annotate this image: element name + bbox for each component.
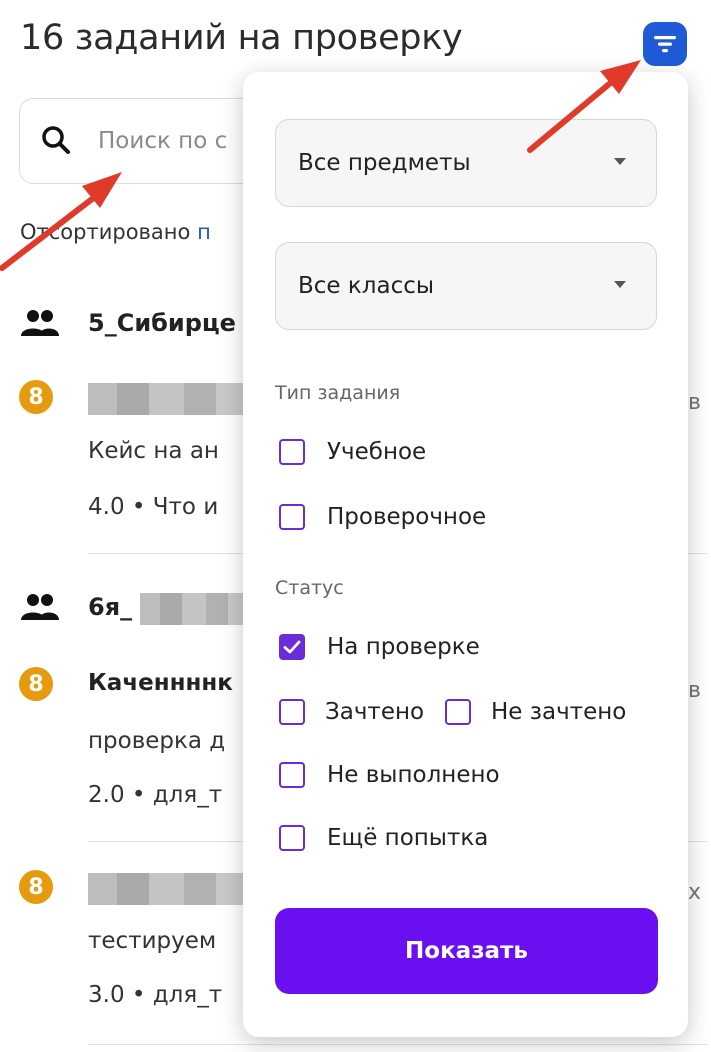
check-icon [283,640,301,654]
checkbox-label: Ещё попытка [327,825,489,851]
task-student-name: Каченнннк [88,670,233,696]
search-icon [42,126,70,154]
checkbox[interactable] [279,504,305,530]
caret-down-icon [614,281,626,288]
checkbox-label: Не выполнено [327,762,500,788]
hourglass-icon: 8 [19,380,53,414]
checkbox-educational[interactable]: Учебное [279,439,426,465]
filter-button[interactable] [643,22,687,66]
subject-select-value: Все предметы [298,150,471,176]
task-right-text: х [688,880,702,905]
show-button[interactable]: Показать [275,908,658,994]
checkbox[interactable] [445,699,471,725]
checkbox[interactable] [279,825,305,851]
checkbox-label: Зачтено [325,699,425,725]
checkbox-not-passed[interactable]: Не зачтено [445,699,626,725]
class-select-value: Все классы [298,273,435,299]
checkbox[interactable] [279,699,305,725]
hourglass-icon: 8 [19,870,53,904]
sort-prefix: Отсортировано [20,220,191,244]
checkbox[interactable] [279,762,305,788]
people-icon [21,594,59,620]
task-meta: 3.0 • для_т [88,982,223,1008]
filter-icon [654,36,676,53]
redacted-student-name [88,383,248,415]
task-right-text: в [688,678,701,703]
checkbox-label: Не зачтено [491,699,627,725]
page-title: 16 заданий на проверку [20,18,463,58]
checkbox-label: Учебное [327,439,427,465]
class-select[interactable]: Все классы [275,242,657,330]
checkbox-test[interactable]: Проверочное [279,504,486,530]
group-header: 5_Сибирце [20,308,236,338]
checkbox-label: Проверочное [327,504,487,530]
caret-down-icon [614,158,626,165]
subject-select[interactable]: Все предметы [275,119,657,207]
task-right-text: в [688,390,701,415]
task-meta: 2.0 • для_т [88,782,223,808]
task-title[interactable]: тестируем [88,928,216,954]
group-name: 6я_ [88,593,133,621]
sort-info: Отсортировано п [20,220,211,244]
checkbox-on-review[interactable]: На проверке [279,634,480,660]
task-type-title: Тип задания [275,382,401,404]
task-title[interactable]: Кейс на ан [88,438,219,464]
checkbox-passed[interactable]: Зачтено [279,699,424,725]
sort-link[interactable]: п [197,220,211,244]
checkbox-not-done[interactable]: Не выполнено [279,762,500,788]
task-meta: 4.0 • Что и [88,494,219,520]
checkbox-another-attempt[interactable]: Ещё попытка [279,825,488,851]
status-title: Статус [275,577,344,599]
divider [88,1044,708,1045]
people-icon [21,310,59,336]
filter-panel: Все предметы Все классы Тип задания Учеб… [243,72,688,1037]
hourglass-icon: 8 [19,667,53,701]
task-title[interactable]: проверка д [88,728,225,754]
group-header: 6я_ [20,592,132,622]
checkbox-label: На проверке [327,634,480,660]
group-name: 5_Сибирце [88,309,236,337]
checkbox[interactable] [279,439,305,465]
redacted-student-name [88,873,248,905]
redacted-group-name [140,593,250,625]
checkbox-checked[interactable] [279,634,305,660]
